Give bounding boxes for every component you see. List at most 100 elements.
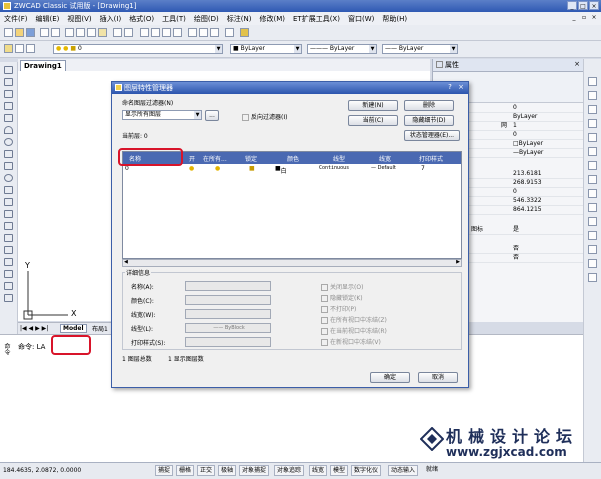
zoom-window-icon[interactable]: [162, 28, 171, 37]
color-combo[interactable]: ■ ByLayer ▼: [230, 44, 302, 54]
line-icon[interactable]: [4, 66, 13, 74]
ellipse-arc-icon[interactable]: [4, 186, 13, 194]
multiline-text-icon[interactable]: [4, 282, 13, 290]
save-icon[interactable]: [26, 28, 35, 37]
invert-filter-checkbox[interactable]: 反向过滤器(I): [242, 112, 287, 121]
hatch-icon[interactable]: [4, 234, 13, 242]
plotstyle-field[interactable]: [185, 337, 271, 347]
chevron-down-icon[interactable]: ▼: [450, 45, 457, 53]
menu-format[interactable]: 格式(O): [125, 14, 158, 24]
erase-icon[interactable]: [588, 77, 597, 86]
snap-toggle[interactable]: 捕捉: [155, 465, 174, 476]
cut-icon[interactable]: [65, 28, 74, 37]
delete-layer-button[interactable]: 删除: [404, 100, 454, 111]
match-properties-icon[interactable]: [98, 28, 107, 37]
tab-model[interactable]: Model: [60, 324, 87, 333]
maximize-button[interactable]: □: [578, 1, 588, 10]
polyline-icon[interactable]: [4, 90, 13, 98]
revision-cloud-icon[interactable]: [4, 150, 13, 158]
chevron-down-icon[interactable]: ▼: [294, 45, 301, 53]
menu-view[interactable]: 视图(V): [63, 14, 95, 24]
offset-icon[interactable]: [588, 119, 597, 128]
scroll-left-icon[interactable]: ◀: [124, 259, 128, 265]
option-freeze-all-checkbox[interactable]: 在所有视口中冻结(Z): [321, 315, 387, 324]
layer-manager-icon[interactable]: [4, 44, 13, 53]
region-icon[interactable]: [4, 258, 13, 266]
layer-previous-icon[interactable]: [15, 44, 24, 53]
spline-icon[interactable]: [4, 162, 13, 170]
open-icon[interactable]: [15, 28, 24, 37]
menu-tools[interactable]: 工具(T): [158, 14, 190, 24]
calculator-icon[interactable]: [225, 28, 234, 37]
circle-icon[interactable]: [4, 138, 13, 146]
hide-details-button[interactable]: 隐藏细节(D): [404, 115, 454, 126]
column-plotstyle[interactable]: 打印样式: [419, 154, 443, 163]
layer-states-icon[interactable]: [26, 44, 35, 53]
doc-close-icon[interactable]: ×: [590, 14, 598, 22]
menu-insert[interactable]: 插入(I): [96, 14, 126, 24]
tab-layout1[interactable]: 布局1: [90, 324, 110, 333]
column-lock[interactable]: 锁定: [245, 154, 257, 163]
column-on[interactable]: 开: [189, 154, 195, 163]
scale-icon[interactable]: [588, 175, 597, 184]
lineweight-toggle[interactable]: 线宽: [309, 465, 328, 476]
minimize-button[interactable]: _: [567, 1, 577, 10]
layer-color-cell[interactable]: ■ 白: [275, 165, 287, 175]
cancel-button[interactable]: 取消: [418, 372, 458, 383]
copy-icon[interactable]: [76, 28, 85, 37]
explode-icon[interactable]: [588, 273, 597, 282]
set-current-button[interactable]: 当前(C): [348, 115, 398, 126]
trim-icon[interactable]: [588, 203, 597, 212]
ok-button[interactable]: 确定: [370, 372, 410, 383]
chamfer-icon[interactable]: [588, 245, 597, 254]
column-color[interactable]: 颜色: [287, 154, 299, 163]
break-icon[interactable]: [588, 231, 597, 240]
ellipse-icon[interactable]: [4, 174, 13, 182]
gradient-icon[interactable]: [4, 246, 13, 254]
panel-close-icon[interactable]: ×: [574, 60, 580, 68]
layer-icon[interactable]: [4, 294, 13, 302]
osnap-toggle[interactable]: 对象捕捉: [239, 465, 270, 476]
new-layer-button[interactable]: 新建(N): [348, 100, 398, 111]
help-icon[interactable]: ?: [445, 83, 455, 92]
properties-icon[interactable]: [188, 28, 197, 37]
chevron-down-icon[interactable]: ▼: [194, 111, 201, 119]
column-freeze-all[interactable]: 在所有...: [203, 154, 227, 163]
zoom-previous-icon[interactable]: [173, 28, 182, 37]
print-icon[interactable]: [40, 28, 49, 37]
move-icon[interactable]: [588, 147, 597, 156]
menu-edit[interactable]: 编辑(E): [32, 14, 64, 24]
menu-file[interactable]: 文件(F): [0, 14, 32, 24]
copy-object-icon[interactable]: [588, 91, 597, 100]
design-center-icon[interactable]: [199, 28, 208, 37]
redo-icon[interactable]: [124, 28, 133, 37]
arc-icon[interactable]: [4, 126, 13, 134]
polygon-icon[interactable]: [4, 102, 13, 110]
option-lock-checkbox[interactable]: 隐藏锁定(K): [321, 293, 363, 302]
table-icon[interactable]: [4, 270, 13, 278]
option-noplot-checkbox[interactable]: 不打印(P): [321, 304, 356, 313]
menu-modify[interactable]: 修改(M): [255, 14, 289, 24]
filter-browse-button[interactable]: ...: [205, 110, 219, 121]
menu-draw[interactable]: 绘图(D): [190, 14, 223, 24]
doc-restore-icon[interactable]: ▫: [580, 14, 588, 22]
construction-line-icon[interactable]: [4, 78, 13, 86]
make-block-icon[interactable]: [4, 210, 13, 218]
column-lineweight[interactable]: 线宽: [379, 154, 391, 163]
option-freeze-new-checkbox[interactable]: 在新视口中冻结(V): [321, 337, 381, 346]
stretch-icon[interactable]: [588, 189, 597, 198]
otrack-toggle[interactable]: 对象追踪: [274, 465, 305, 476]
fillet-icon[interactable]: [588, 259, 597, 268]
menu-dimension[interactable]: 标注(N): [223, 14, 256, 24]
scroll-right-icon[interactable]: ▶: [456, 259, 460, 265]
new-icon[interactable]: [4, 28, 13, 37]
array-icon[interactable]: [588, 133, 597, 142]
chevron-down-icon[interactable]: ▼: [369, 45, 376, 53]
layer-linetype-cell[interactable]: Continuous: [319, 165, 349, 171]
linetype-field[interactable]: —— ByBlock: [185, 323, 271, 333]
filter-select[interactable]: 显示所有图层 ▼: [122, 110, 202, 120]
column-linetype[interactable]: 线型: [333, 154, 345, 163]
tablet-toggle[interactable]: 数字化仪: [351, 465, 382, 476]
option-freeze-current-checkbox[interactable]: 在当前视口中冻结(R): [321, 326, 387, 335]
name-field[interactable]: [185, 281, 271, 291]
